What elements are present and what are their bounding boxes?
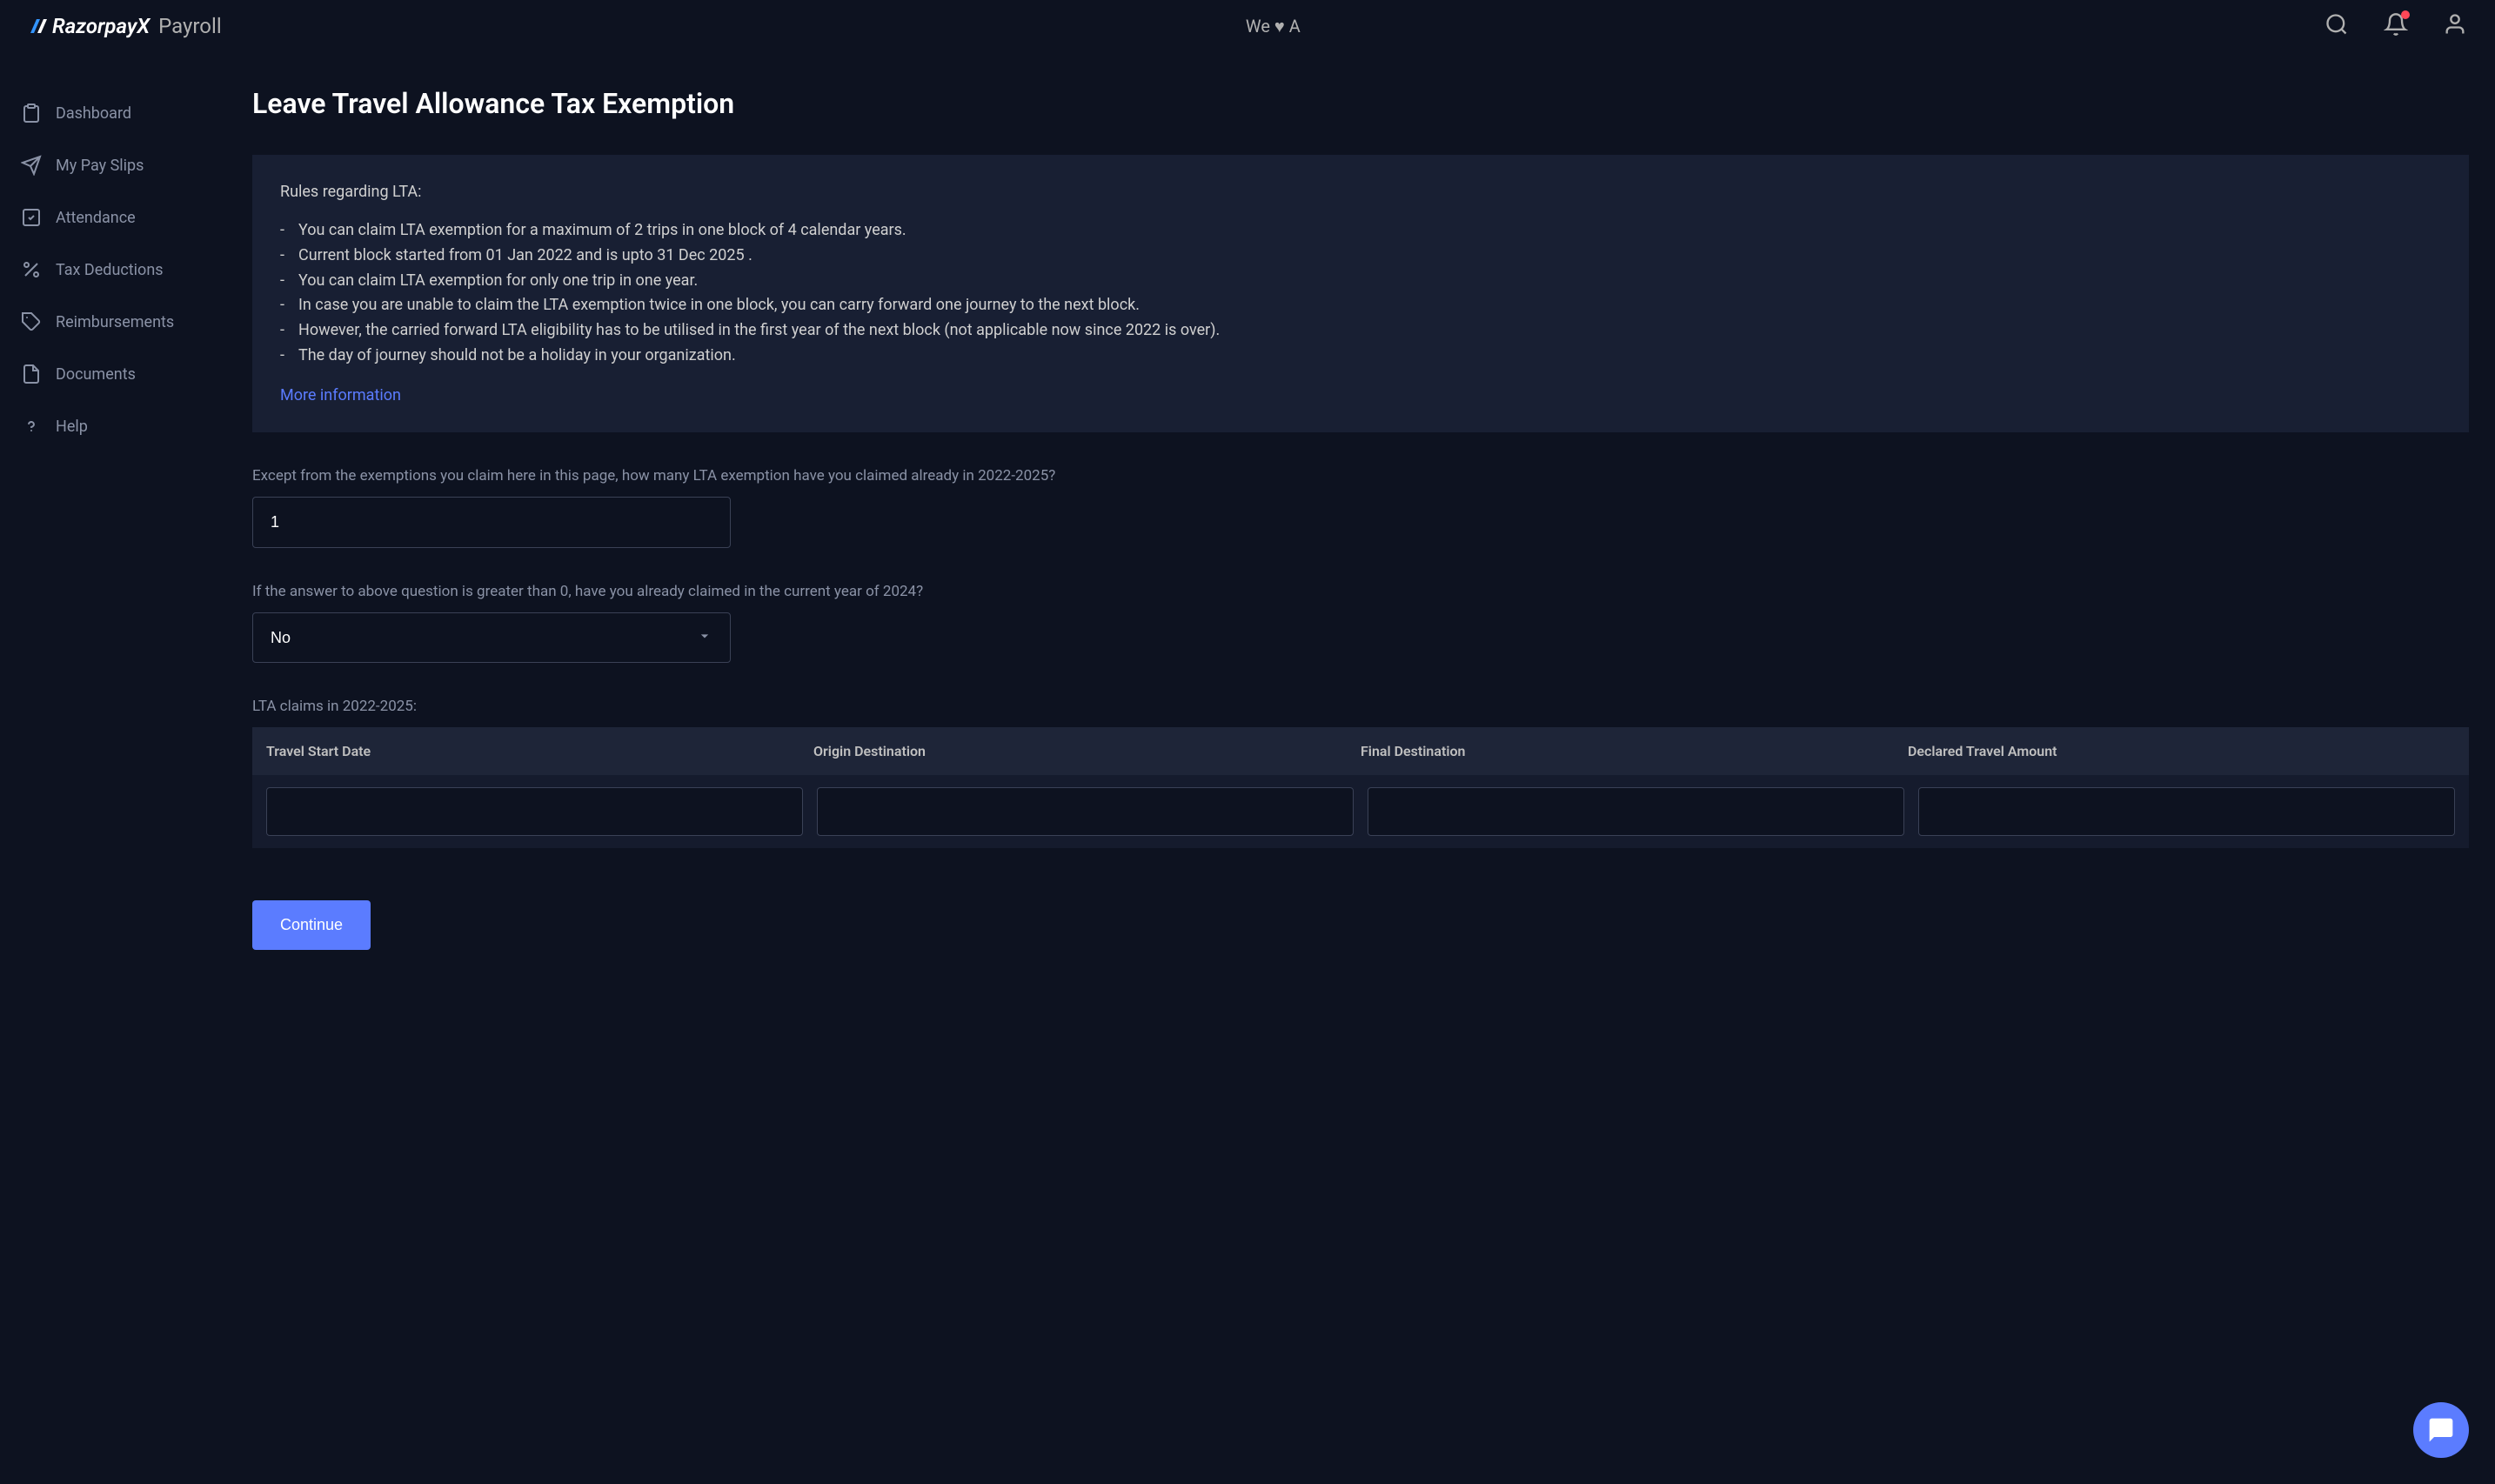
rules-list: You can claim LTA exemption for a maximu… [280,218,2441,369]
check-square-icon [21,207,42,228]
sidebar-item-label: Reimbursements [56,313,174,331]
sidebar-item-label: Documents [56,365,136,384]
claims-heading: LTA claims in 2022-2025: [252,698,2495,715]
rules-item: You can claim LTA exemption for only one… [280,269,2441,294]
travel-start-date-input[interactable] [266,787,803,836]
sidebar-item-label: Help [56,418,88,436]
chat-icon [2427,1416,2455,1444]
rules-item: However, the carried forward LTA eligibi… [280,318,2441,344]
rules-card: Rules regarding LTA: You can claim LTA e… [252,155,2469,432]
rules-item: Current block started from 01 Jan 2022 a… [280,244,2441,269]
rules-item: You can claim LTA exemption for a maximu… [280,218,2441,244]
sidebar-item-label: Dashboard [56,104,131,123]
column-header-start-date: Travel Start Date [266,743,813,759]
column-header-amount: Declared Travel Amount [1908,743,2455,759]
prior-claims-input[interactable] [252,497,731,548]
declared-amount-input[interactable] [1918,787,2455,836]
sidebar-item-tax-deductions[interactable]: Tax Deductions [0,244,226,296]
percent-icon [21,259,42,280]
sidebar-item-payslips[interactable]: My Pay Slips [0,139,226,191]
sidebar-nav: Dashboard My Pay Slips Attendance Tax De… [0,52,226,985]
continue-button[interactable]: Continue [252,900,371,950]
table-header-row: Travel Start Date Origin Destination Fin… [252,727,2469,775]
user-icon [2443,12,2467,37]
clipboard-icon [21,103,42,124]
origin-destination-input[interactable] [817,787,1354,836]
chat-widget-button[interactable] [2413,1402,2469,1458]
prior-claims-section: Except from the exemptions you claim her… [252,467,2495,548]
send-icon [21,155,42,176]
org-name-text: We ♥ A [1246,16,1301,37]
sidebar-item-dashboard[interactable]: Dashboard [0,87,226,139]
current-year-claim-label: If the answer to above question is great… [252,583,2495,600]
sidebar-item-reimbursements[interactable]: Reimbursements [0,296,226,348]
app-logo[interactable]: RazorpayX Payroll [28,14,222,38]
sidebar-item-help[interactable]: Help [0,400,226,452]
main-content: Leave Travel Allowance Tax Exemption Rul… [226,52,2495,985]
help-circle-icon [21,416,42,437]
rules-heading: Rules regarding LTA: [280,183,2441,201]
rules-item: The day of journey should not be a holid… [280,344,2441,369]
search-button[interactable] [2324,12,2349,40]
logo-subtitle: Payroll [158,14,222,38]
notifications-button[interactable] [2384,12,2408,40]
column-header-final: Final Destination [1361,743,1908,759]
current-year-claim-section: If the answer to above question is great… [252,583,2495,663]
sidebar-item-label: My Pay Slips [56,157,144,175]
logo-text: RazorpayX [52,14,150,38]
rules-item: In case you are unable to claim the LTA … [280,293,2441,318]
sidebar-item-documents[interactable]: Documents [0,348,226,400]
sidebar-item-attendance[interactable]: Attendance [0,191,226,244]
search-icon [2324,12,2349,37]
claims-table: Travel Start Date Origin Destination Fin… [252,727,2469,848]
column-header-origin: Origin Destination [813,743,1361,759]
header-actions [2324,12,2467,40]
final-destination-input[interactable] [1368,787,1904,836]
logo-mark-icon [28,16,49,37]
prior-claims-label: Except from the exemptions you claim her… [252,467,2495,485]
profile-button[interactable] [2443,12,2467,40]
sidebar-item-label: Tax Deductions [56,261,164,279]
tag-icon [21,311,42,332]
page-title: Leave Travel Allowance Tax Exemption [252,87,2495,120]
sidebar-item-label: Attendance [56,209,136,227]
notification-indicator-icon [2401,10,2410,19]
current-year-claim-select[interactable]: No [252,612,731,663]
app-header: RazorpayX Payroll We ♥ A [0,0,2495,52]
more-information-link[interactable]: More information [280,386,401,404]
table-row [252,775,2469,848]
file-icon [21,364,42,384]
